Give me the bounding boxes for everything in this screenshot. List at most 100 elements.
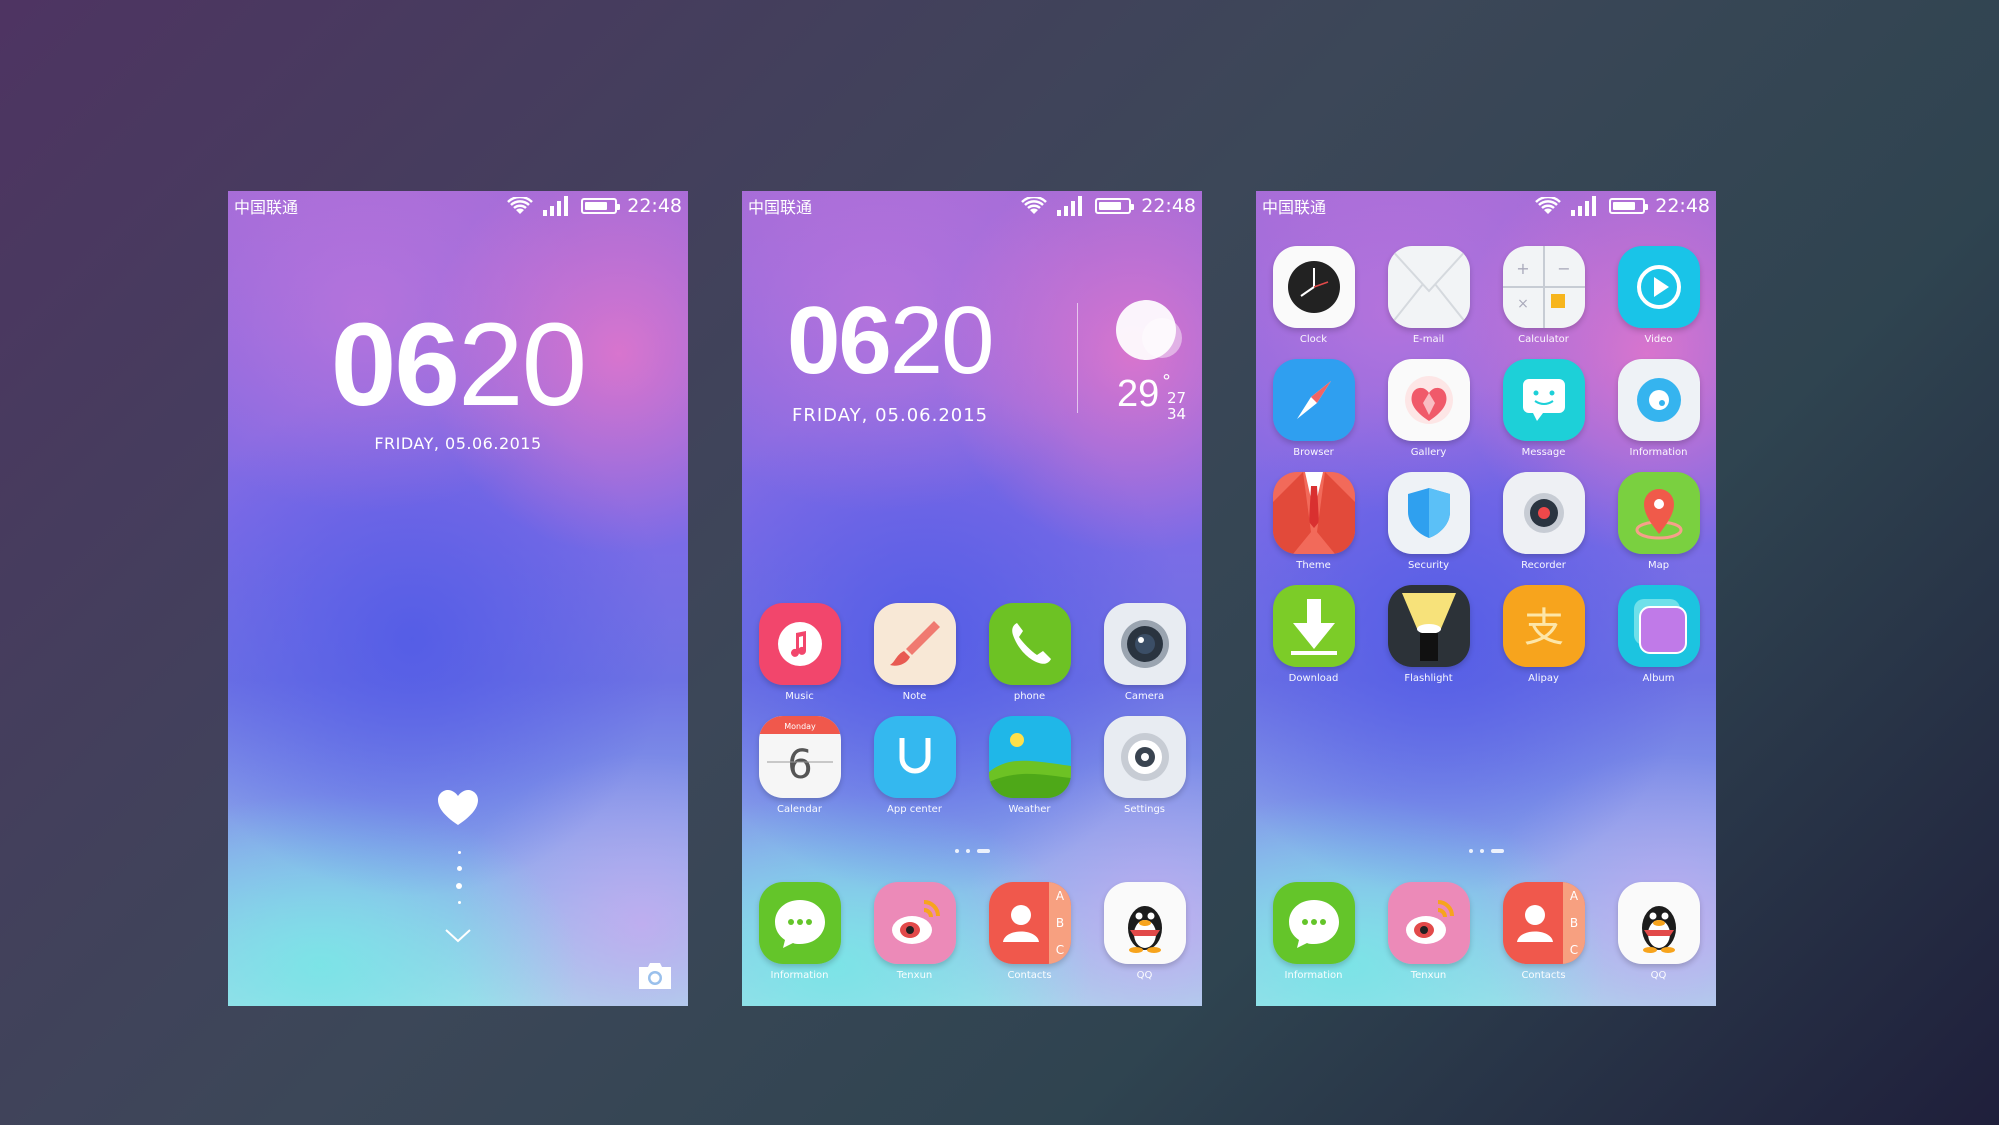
status-time: 22:48 [627, 195, 682, 217]
page-indicator[interactable] [742, 849, 1202, 853]
shield-icon [1387, 472, 1470, 554]
status-bar: 中国联通 22:48 [742, 191, 1202, 221]
app-map[interactable]: Map [1601, 472, 1716, 571]
record-icon [1502, 472, 1585, 554]
temperature-high: 27 [1167, 389, 1187, 407]
clock-hours: 06 [787, 287, 892, 394]
app-alipay[interactable]: 支 Alipay [1486, 585, 1601, 684]
contacts-icon: ABC [1502, 882, 1585, 964]
app-browser[interactable]: Browser [1256, 359, 1371, 458]
lock-clock: 0620 FRIDAY, 05.06.2015 [228, 306, 688, 453]
app-calendar[interactable]: Monday 6 Calendar [742, 716, 857, 815]
album-icon [1617, 585, 1700, 667]
app-label: Information [1284, 970, 1343, 981]
app-flashlight[interactable]: Flashlight [1371, 585, 1486, 684]
app-label: Weather [1008, 804, 1051, 815]
app-app-center[interactable]: App center [857, 716, 972, 815]
app-label: Clock [1299, 334, 1328, 345]
calendar-icon: Monday 6 [758, 716, 841, 798]
app-label: Video [1644, 334, 1673, 345]
page-indicator[interactable] [1256, 849, 1716, 853]
app-contacts[interactable]: ABC Contacts [972, 882, 1087, 981]
app-email[interactable]: E-mail [1371, 246, 1486, 345]
app-calculator[interactable]: + − × Calculator [1486, 246, 1601, 345]
svg-text:−: − [1557, 259, 1570, 278]
app-settings[interactable]: Settings [1087, 716, 1202, 815]
app-label: phone [1013, 691, 1046, 702]
app-tenxun[interactable]: Tenxun [1371, 882, 1486, 981]
app-recorder[interactable]: Recorder [1486, 472, 1601, 571]
app-note[interactable]: Note [857, 603, 972, 702]
calculator-icon: + − × [1502, 246, 1585, 328]
clock-minutes: 20 [889, 287, 995, 394]
drawer-app-grid: Clock E-mail + − × Calculator Video Browse… [1256, 246, 1716, 684]
app-label: Theme [1296, 560, 1331, 571]
contacts-icon: ABC [988, 882, 1071, 964]
envelope-icon [1387, 246, 1470, 328]
app-information[interactable]: Information [1256, 882, 1371, 981]
contacts-letter: C [1569, 943, 1577, 957]
information-icon [1617, 359, 1700, 441]
flashlight-icon [1387, 585, 1470, 667]
download-arrow-icon [1272, 585, 1355, 667]
app-label: Browser [1293, 447, 1334, 458]
temperature-low: 34 [1167, 405, 1187, 423]
app-label: Download [1288, 673, 1339, 684]
app-camera[interactable]: Camera [1087, 603, 1202, 702]
signal-icon [1057, 196, 1083, 216]
clock-weather-widget[interactable]: 0620 FRIDAY, 05.06.2015 29 ° 27 34 [787, 293, 1186, 427]
app-phone[interactable]: phone [972, 603, 1087, 702]
app-tenxun[interactable]: Tenxun [857, 882, 972, 981]
app-album[interactable]: Album [1601, 585, 1716, 684]
app-drawer-screen: 中国联通 22:48 Clock E-mail + − × Calculator V… [1256, 191, 1716, 1006]
app-label: Message [1521, 447, 1566, 458]
signal-icon [543, 196, 569, 216]
app-weather[interactable]: Weather [972, 716, 1087, 815]
app-information[interactable]: Information [1601, 359, 1716, 458]
app-label: QQ [1650, 970, 1667, 981]
app-information[interactable]: Information [742, 882, 857, 981]
app-gallery[interactable]: Gallery [1371, 359, 1486, 458]
message-icon [1502, 359, 1585, 441]
clock-time: 0620 [787, 293, 995, 389]
status-time: 22:48 [1141, 195, 1196, 217]
app-message[interactable]: Message [1486, 359, 1601, 458]
app-download[interactable]: Download [1256, 585, 1371, 684]
status-bar: 中国联通 22:48 [1256, 191, 1716, 221]
home-screen: 中国联通 22:48 0620 FRIDAY, 05.06.2015 29 ° … [742, 191, 1202, 1006]
clock-time: 0620 [228, 306, 688, 424]
qq-penguin-icon [1103, 882, 1186, 964]
carrier-label: 中国联通 [234, 198, 299, 217]
app-label: App center [887, 804, 942, 815]
app-music[interactable]: Music [742, 603, 857, 702]
app-video[interactable]: Video [1601, 246, 1716, 345]
calendar-date: 6 [787, 742, 812, 788]
app-qq[interactable]: QQ [1601, 882, 1716, 981]
weibo-icon [1387, 882, 1470, 964]
app-label: Camera [1124, 691, 1165, 702]
unlock-dots [456, 851, 462, 904]
heart-icon[interactable] [437, 789, 479, 827]
app-clock[interactable]: Clock [1256, 246, 1371, 345]
qq-penguin-icon [1617, 882, 1700, 964]
battery-icon [1095, 198, 1135, 214]
chat-bubble-icon [758, 882, 841, 964]
contacts-letter: A [1569, 889, 1578, 903]
app-qq[interactable]: QQ [1087, 882, 1202, 981]
app-label: Security [1407, 560, 1450, 571]
home-dock: Information Tenxun ABC Contacts QQ [742, 882, 1202, 981]
widget-date: FRIDAY, 05.06.2015 [792, 405, 989, 426]
weather-icon [988, 716, 1071, 798]
app-security[interactable]: Security [1371, 472, 1486, 571]
camera-icon[interactable] [636, 961, 674, 991]
chevron-down-icon[interactable] [444, 928, 472, 944]
app-label: QQ [1136, 970, 1153, 981]
app-label: Tenxun [896, 970, 933, 981]
app-label: Map [1647, 560, 1670, 571]
app-contacts[interactable]: ABC Contacts [1486, 882, 1601, 981]
alipay-icon: 支 [1502, 585, 1585, 667]
play-icon [1617, 246, 1700, 328]
app-theme[interactable]: Theme [1256, 472, 1371, 571]
home-app-grid: Music Note phone Camera Monday 6 Calendar… [742, 603, 1202, 815]
clock-hours: 06 [330, 299, 460, 431]
